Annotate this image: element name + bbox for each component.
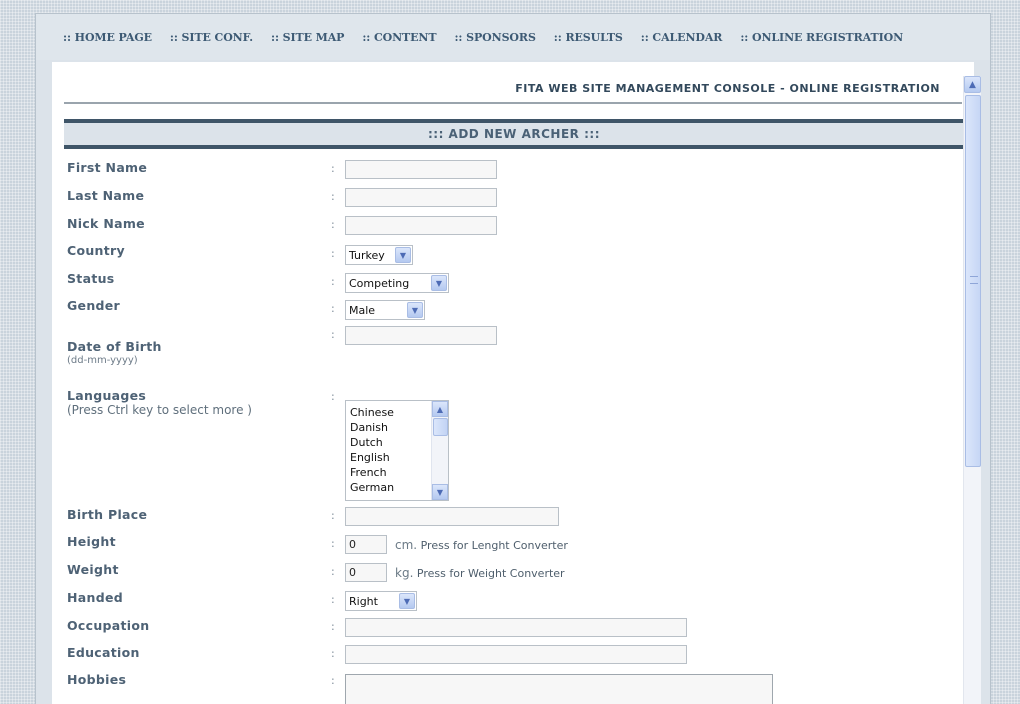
hobbies-label: Hobbies [67, 672, 127, 687]
page-title: FITA WEB SITE MANAGEMENT CONSOLE - ONLIN… [515, 82, 940, 95]
hobbies-textarea[interactable] [345, 674, 773, 704]
languages-label: Languages [67, 388, 147, 403]
scroll-thumb[interactable] [965, 95, 981, 467]
languages-scrollbar[interactable]: ▲ ▼ [431, 401, 448, 500]
occupation-label: Occupation [67, 618, 150, 633]
arrow-up-icon[interactable]: ▲ [432, 401, 448, 417]
nav-online-registration[interactable]: :: ONLINE REGISTRATION [740, 31, 903, 44]
colon-separator: : [331, 162, 335, 175]
birth-place-input[interactable] [345, 507, 559, 526]
height-input[interactable] [345, 535, 387, 554]
handed-selected-value: Right [349, 594, 378, 608]
education-input[interactable] [345, 645, 687, 664]
height-converter-text[interactable]: Press for Lenght Converter [421, 539, 568, 552]
nav-site-conf[interactable]: :: SITE CONF. [170, 31, 253, 44]
date-of-birth-input[interactable] [345, 326, 497, 345]
nick-name-input[interactable] [345, 216, 497, 235]
country-selected-value: Turkey [349, 248, 385, 262]
weight-converter-note[interactable]: kg. Press for Weight Converter [395, 566, 565, 580]
weight-converter-text[interactable]: Press for Weight Converter [417, 567, 565, 580]
country-select[interactable]: Turkey ▼ [345, 245, 413, 265]
colon-separator: : [331, 390, 335, 403]
occupation-input[interactable] [345, 618, 687, 637]
date-format-hint: (dd-mm-yyyy) [67, 355, 138, 366]
page-frame: :: HOME PAGE :: SITE CONF. :: SITE MAP :… [35, 13, 991, 704]
colon-separator: : [331, 565, 335, 578]
colon-separator: : [331, 593, 335, 606]
content-panel: FITA WEB SITE MANAGEMENT CONSOLE - ONLIN… [52, 62, 974, 704]
height-unit: cm. [395, 538, 418, 552]
gender-select[interactable]: Male ▼ [345, 300, 425, 320]
height-label: Height [67, 534, 116, 549]
status-label: Status [67, 271, 115, 286]
scroll-thumb[interactable] [433, 418, 448, 436]
date-of-birth-label: Date of Birth [67, 339, 162, 354]
handed-label: Handed [67, 590, 123, 605]
nav-content[interactable]: :: CONTENT [362, 31, 436, 44]
weight-label: Weight [67, 562, 119, 577]
chevron-down-icon[interactable]: ▼ [407, 302, 423, 318]
colon-separator: : [331, 190, 335, 203]
colon-separator: : [331, 537, 335, 550]
colon-separator: : [331, 247, 335, 260]
gender-label: Gender [67, 298, 121, 313]
nav-sponsors[interactable]: :: SPONSORS [454, 31, 535, 44]
nav-results[interactable]: :: RESULTS [554, 31, 623, 44]
arrow-down-icon[interactable]: ▼ [432, 484, 448, 500]
birth-place-label: Birth Place [67, 507, 148, 522]
colon-separator: : [331, 509, 335, 522]
first-name-label: First Name [67, 160, 148, 175]
chevron-down-icon[interactable]: ▼ [395, 247, 411, 263]
chevron-down-icon[interactable]: ▼ [431, 275, 447, 291]
status-select[interactable]: Competing ▼ [345, 273, 449, 293]
colon-separator: : [331, 674, 335, 687]
weight-input[interactable] [345, 563, 387, 582]
first-name-input[interactable] [345, 160, 497, 179]
colon-separator: : [331, 302, 335, 315]
languages-listbox[interactable]: Chinese Danish Dutch English French Germ… [345, 400, 449, 501]
grip-icon [970, 276, 978, 284]
section-header: ::: ADD NEW ARCHER ::: [64, 119, 964, 149]
colon-separator: : [331, 275, 335, 288]
nav-home-page[interactable]: :: HOME PAGE [63, 31, 152, 44]
title-divider [64, 102, 962, 104]
colon-separator: : [331, 218, 335, 231]
chevron-down-icon[interactable]: ▼ [399, 593, 415, 609]
nick-name-label: Nick Name [67, 216, 145, 231]
nav-calendar[interactable]: :: CALENDAR [641, 31, 723, 44]
colon-separator: : [331, 620, 335, 633]
colon-separator: : [331, 328, 335, 341]
country-label: Country [67, 243, 125, 258]
status-selected-value: Competing [349, 276, 410, 290]
last-name-label: Last Name [67, 188, 145, 203]
top-navigation: :: HOME PAGE :: SITE CONF. :: SITE MAP :… [36, 14, 990, 60]
nav-site-map[interactable]: :: SITE MAP [271, 31, 344, 44]
handed-select[interactable]: Right ▼ [345, 591, 417, 611]
gender-selected-value: Male [349, 303, 376, 317]
weight-unit: kg. [395, 566, 414, 580]
page-scrollbar[interactable]: ▲ [963, 76, 981, 704]
colon-separator: : [331, 647, 335, 660]
languages-hint: (Press Ctrl key to select more ) [67, 403, 252, 417]
arrow-up-icon[interactable]: ▲ [964, 76, 981, 93]
height-converter-note[interactable]: cm. Press for Lenght Converter [395, 538, 568, 552]
last-name-input[interactable] [345, 188, 497, 207]
education-label: Education [67, 645, 140, 660]
